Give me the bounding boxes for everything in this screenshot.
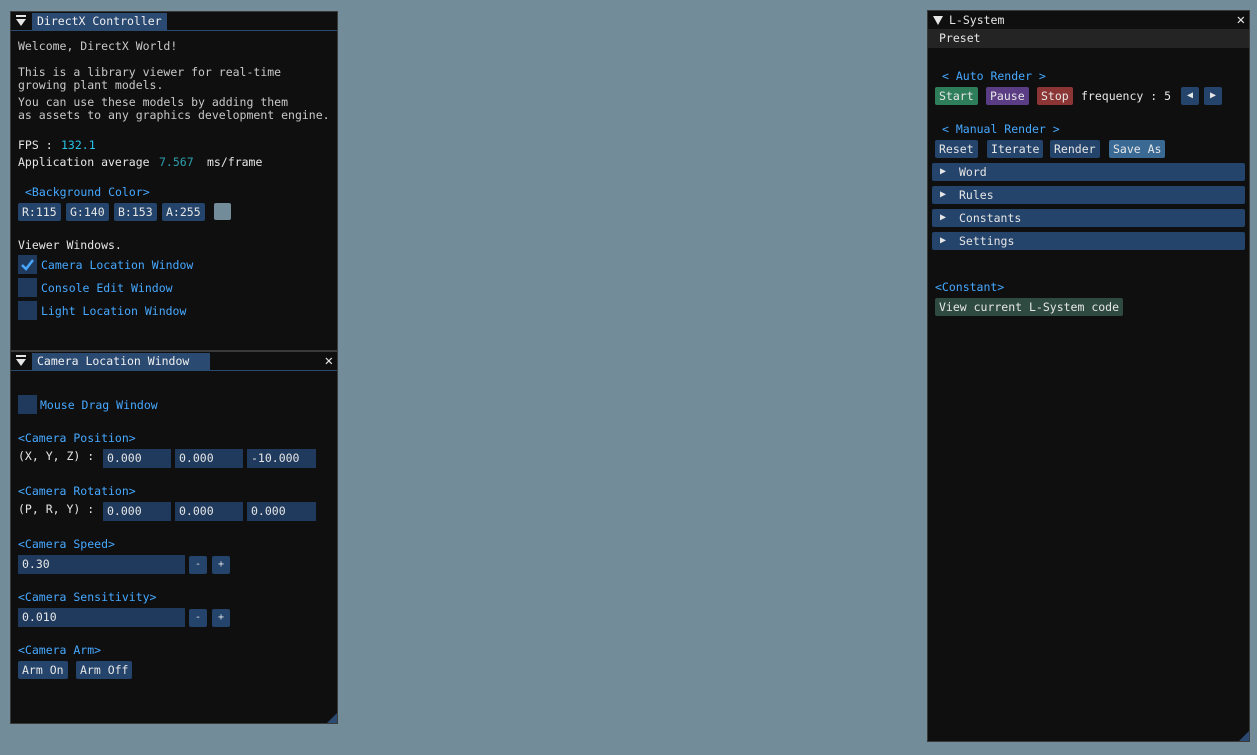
average-value: 7.567 xyxy=(159,155,194,169)
rotation-axes-label: (P, R, Y) : xyxy=(18,502,95,516)
menu-preset[interactable]: Preset xyxy=(939,31,981,45)
frequency-label: frequency : 5 xyxy=(1081,89,1172,103)
l-system-titlebar[interactable]: L-System ✕ xyxy=(928,11,1249,29)
arrow-left-icon[interactable]: ◀ xyxy=(1181,87,1199,105)
camera-location-window: Camera Location Window ✕ Mouse Drag Wind… xyxy=(10,351,338,724)
section-settings-label: Settings xyxy=(959,234,1015,248)
description-line-2a: You can use these models by adding them xyxy=(18,95,289,109)
save-as-button[interactable]: Save As xyxy=(1109,140,1166,158)
position-y-input[interactable]: 0.000 xyxy=(175,449,243,468)
collapse-triangle-icon[interactable] xyxy=(933,15,943,27)
section-word[interactable]: ▶ Word xyxy=(932,163,1245,181)
l-system-window: L-System ✕ Preset < Auto Render > Start … xyxy=(927,10,1250,742)
camera-speed-input[interactable]: 0.30 xyxy=(18,555,185,574)
arrow-right-icon: ▶ xyxy=(940,235,947,246)
fps-value: 132.1 xyxy=(61,138,96,152)
directx-controller-window: DirectX Controller Welcome, DirectX Worl… xyxy=(10,11,338,351)
camera-title: Camera Location Window xyxy=(32,353,210,370)
mouse-drag-checkbox[interactable] xyxy=(18,395,37,414)
menu-bar: Preset xyxy=(928,29,1249,48)
average-label: Application average xyxy=(18,155,150,169)
section-constants[interactable]: ▶ Constants xyxy=(932,209,1245,227)
description-line-1a: This is a library viewer for real-time xyxy=(18,65,282,79)
camera-location-checkbox[interactable] xyxy=(18,255,37,274)
section-word-label: Word xyxy=(959,165,987,179)
render-button[interactable]: Render xyxy=(1050,140,1100,158)
close-icon[interactable]: ✕ xyxy=(325,352,333,370)
arrow-right-icon[interactable]: ▶ xyxy=(1204,87,1222,105)
start-button[interactable]: Start xyxy=(935,87,978,105)
arm-on-button[interactable]: Arm On xyxy=(18,661,68,679)
manual-render-header: < Manual Render > xyxy=(942,122,1060,136)
camera-titlebar[interactable]: Camera Location Window ✕ xyxy=(11,352,337,371)
view-code-button[interactable]: View current L-System code xyxy=(935,298,1124,316)
description-line-2b: as assets to any graphics development en… xyxy=(18,108,330,122)
l-system-title: L-System xyxy=(949,13,1005,27)
position-axes-label: (X, Y, Z) : xyxy=(18,449,95,463)
controller-titlebar[interactable]: DirectX Controller xyxy=(11,12,337,31)
camera-location-label[interactable]: Camera Location Window xyxy=(41,258,193,272)
pause-button[interactable]: Pause xyxy=(986,87,1029,105)
rotation-r-input[interactable]: 0.000 xyxy=(175,502,243,521)
alpha-channel-input[interactable]: A:255 xyxy=(162,203,205,221)
arrow-right-icon: ▶ xyxy=(940,189,947,200)
console-edit-checkbox[interactable] xyxy=(18,278,37,297)
section-constants-label: Constants xyxy=(959,211,1022,225)
position-z-input[interactable]: -10.000 xyxy=(247,449,316,468)
light-location-label[interactable]: Light Location Window xyxy=(41,304,186,318)
stop-button[interactable]: Stop xyxy=(1037,87,1073,105)
section-rules[interactable]: ▶ Rules xyxy=(932,186,1245,204)
auto-render-header: < Auto Render > xyxy=(942,69,1046,83)
camera-rotation-header: <Camera Rotation> xyxy=(18,484,136,498)
camera-arm-header: <Camera Arm> xyxy=(18,643,102,657)
section-rules-label: Rules xyxy=(959,188,994,202)
viewer-windows-label: Viewer Windows. xyxy=(18,238,122,252)
console-edit-label[interactable]: Console Edit Window xyxy=(41,281,173,295)
welcome-text: Welcome, DirectX World! xyxy=(18,39,178,53)
close-icon[interactable]: ✕ xyxy=(1237,11,1245,29)
green-channel-input[interactable]: G:140 xyxy=(66,203,109,221)
speed-decrement-button[interactable]: - xyxy=(189,556,207,574)
arm-off-button[interactable]: Arm Off xyxy=(76,661,133,679)
arrow-right-icon: ▶ xyxy=(940,212,947,223)
camera-sensitivity-input[interactable]: 0.010 xyxy=(18,608,185,627)
rotation-p-input[interactable]: 0.000 xyxy=(103,502,171,521)
speed-increment-button[interactable]: + xyxy=(212,556,230,574)
fps-label: FPS : xyxy=(18,138,53,152)
checkmark-icon xyxy=(21,259,34,271)
blue-channel-input[interactable]: B:153 xyxy=(114,203,157,221)
section-settings[interactable]: ▶ Settings xyxy=(932,232,1245,250)
camera-speed-header: <Camera Speed> xyxy=(18,537,115,551)
collapse-triangle-icon[interactable] xyxy=(16,15,26,27)
light-location-checkbox[interactable] xyxy=(18,301,37,320)
iterate-button[interactable]: Iterate xyxy=(987,140,1044,158)
constant-header: <Constant> xyxy=(935,280,1005,294)
background-color-swatch[interactable] xyxy=(214,203,231,220)
camera-sensitivity-header: <Camera Sensitivity> xyxy=(18,590,157,604)
controller-title: DirectX Controller xyxy=(32,13,167,30)
red-channel-input[interactable]: R:115 xyxy=(18,203,61,221)
position-x-input[interactable]: 0.000 xyxy=(103,449,171,468)
reset-button[interactable]: Reset xyxy=(935,140,978,158)
resize-grip-icon[interactable] xyxy=(327,713,337,723)
arrow-right-icon: ▶ xyxy=(940,166,947,177)
sensitivity-decrement-button[interactable]: - xyxy=(189,609,207,627)
description-line-1b: growing plant models. xyxy=(18,78,164,92)
camera-position-header: <Camera Position> xyxy=(18,431,136,445)
collapse-triangle-icon[interactable] xyxy=(16,355,26,367)
background-color-header: <Background Color> xyxy=(25,185,150,199)
average-unit: ms/frame xyxy=(207,155,263,169)
mouse-drag-label[interactable]: Mouse Drag Window xyxy=(40,398,158,412)
resize-grip-icon[interactable] xyxy=(1239,731,1249,741)
rotation-y-input[interactable]: 0.000 xyxy=(247,502,316,521)
sensitivity-increment-button[interactable]: + xyxy=(212,609,230,627)
